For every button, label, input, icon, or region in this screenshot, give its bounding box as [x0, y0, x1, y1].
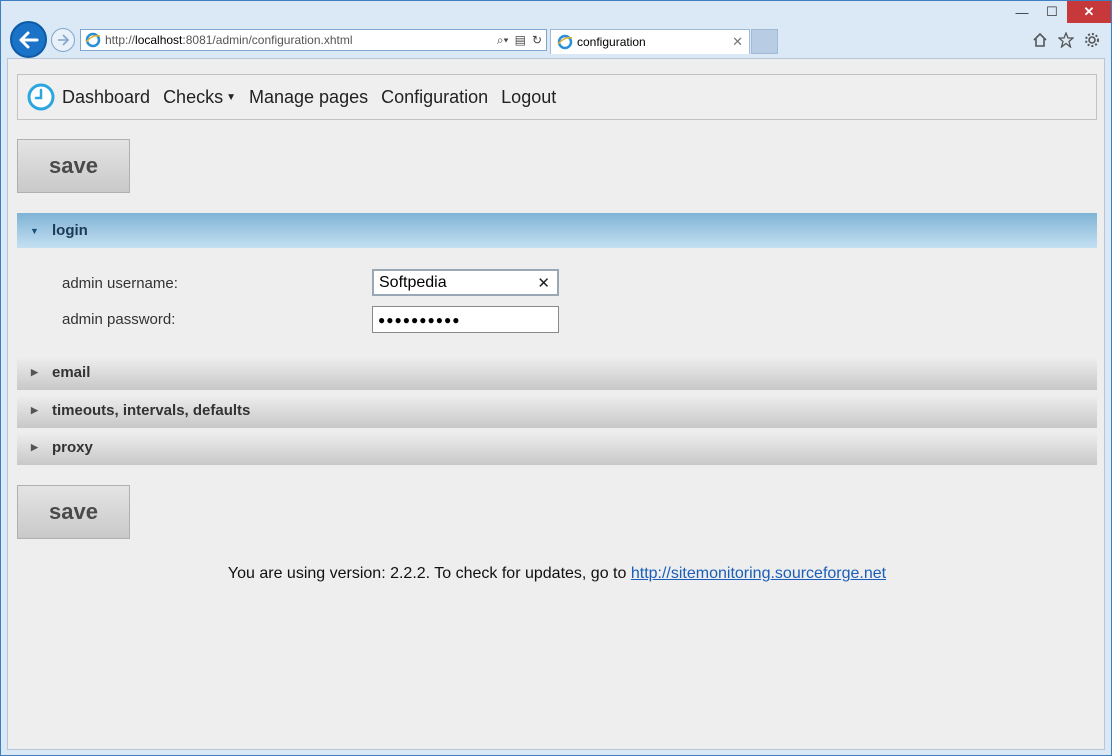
url-prefix: http://	[105, 33, 136, 47]
url-host: localhost	[135, 33, 183, 47]
nav-checks-label: Checks	[163, 86, 224, 107]
panel-login-title: login	[52, 222, 88, 239]
gear-icon[interactable]	[1083, 31, 1101, 49]
triangle-right-icon: ▶	[31, 442, 38, 452]
forward-button[interactable]	[51, 28, 75, 52]
favorites-star-icon[interactable]	[1057, 31, 1075, 49]
admin-username-field[interactable]: Softpedia ✕	[372, 269, 559, 296]
new-tab-button[interactable]	[751, 29, 778, 54]
nav-checks[interactable]: Checks ▼	[163, 87, 236, 108]
admin-password-value: ●●●●●●●●●●	[378, 312, 461, 327]
admin-username-value: Softpedia	[379, 273, 447, 291]
panel-email-header[interactable]: ▶ email	[17, 355, 1097, 390]
page-content: Dashboard Checks ▼ Manage pages Configura…	[7, 58, 1105, 750]
browser-toolbar	[1031, 31, 1101, 49]
save-button-bottom[interactable]: save	[17, 485, 130, 539]
panel-login-header[interactable]: ▼ login	[17, 213, 1097, 248]
panel-proxy-title: proxy	[52, 439, 93, 456]
arrow-right-icon	[58, 34, 69, 46]
search-icon[interactable]: ⌕▾	[497, 33, 509, 48]
nav-manage-pages[interactable]: Manage pages	[249, 87, 368, 108]
home-icon[interactable]	[1031, 31, 1049, 49]
clear-icon[interactable]: ✕	[537, 274, 550, 292]
clock-logo-icon[interactable]	[27, 83, 55, 111]
arrow-left-icon	[19, 31, 38, 48]
browser-chrome: — ☐ ✕ http://localhost:8081/admin/config…	[1, 1, 1111, 59]
browser-window: — ☐ ✕ http://localhost:8081/admin/config…	[0, 0, 1112, 756]
panel-proxy-header[interactable]: ▶ proxy	[17, 430, 1097, 465]
version-text: You are using version: 2.2.2. To check f…	[227, 565, 631, 582]
admin-username-label: admin username:	[62, 275, 178, 292]
address-tools: ⌕▾ ▤ ↻	[497, 33, 546, 48]
admin-password-field[interactable]: ●●●●●●●●●●	[372, 306, 559, 333]
back-button[interactable]	[10, 21, 47, 58]
minimize-button[interactable]: —	[1007, 1, 1037, 23]
triangle-right-icon: ▶	[31, 367, 38, 377]
top-navbar: Dashboard Checks ▼ Manage pages Configura…	[17, 74, 1097, 120]
ie-icon	[557, 34, 573, 50]
close-window-button[interactable]: ✕	[1067, 1, 1111, 23]
admin-password-label: admin password:	[62, 311, 176, 328]
close-tab-icon[interactable]: ✕	[732, 34, 743, 50]
refresh-icon[interactable]: ↻	[532, 33, 542, 47]
sourceforge-link[interactable]: http://sitemonitoring.sourceforge.net	[631, 565, 886, 582]
triangle-down-icon: ▼	[30, 225, 39, 236]
panel-timeouts-title: timeouts, intervals, defaults	[52, 402, 251, 419]
nav-logout[interactable]: Logout	[501, 87, 556, 108]
tab-configuration[interactable]: configuration ✕	[550, 29, 750, 54]
address-bar[interactable]: http://localhost:8081/admin/configuratio…	[80, 29, 547, 51]
version-footer: You are using version: 2.2.2. To check f…	[8, 565, 1106, 583]
maximize-button[interactable]: ☐	[1037, 1, 1067, 23]
panel-email-title: email	[52, 364, 91, 381]
save-button-top[interactable]: save	[17, 139, 130, 193]
url-text[interactable]: http://localhost:8081/admin/configuratio…	[105, 33, 497, 47]
panel-timeouts-header[interactable]: ▶ timeouts, intervals, defaults	[17, 393, 1097, 428]
tab-label: configuration	[577, 35, 646, 49]
nav-dashboard[interactable]: Dashboard	[62, 87, 150, 108]
triangle-right-icon: ▶	[31, 405, 38, 415]
url-path: :8081/admin/configuration.xhtml	[182, 33, 353, 47]
ie-icon	[85, 32, 101, 48]
caret-down-icon: ▼	[226, 91, 236, 103]
window-controls: — ☐ ✕	[1007, 1, 1111, 23]
compatibility-icon[interactable]: ▤	[515, 33, 526, 47]
nav-configuration[interactable]: Configuration	[381, 87, 488, 108]
